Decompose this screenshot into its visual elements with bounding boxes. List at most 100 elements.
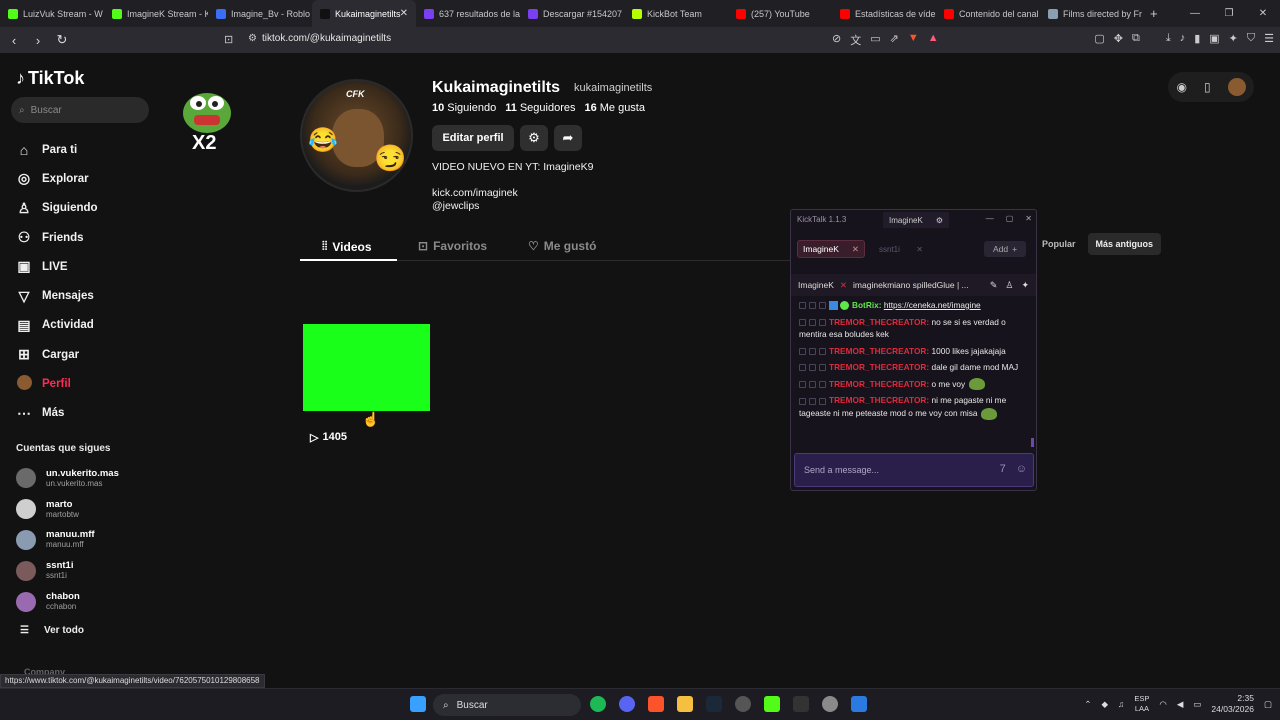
brave-rewards-icon[interactable]: ▲ [928, 32, 939, 48]
seventv-icon[interactable]: 7 [1000, 463, 1006, 475]
chat-message[interactable]: BotRix: https://ceneka.net/imagine [799, 299, 1031, 312]
minimize-icon[interactable]: — [986, 214, 994, 223]
copy-icon[interactable] [809, 302, 816, 310]
kick-icon[interactable] [764, 696, 780, 712]
reply-icon[interactable] [799, 364, 806, 372]
restore-icon[interactable]: ❐ [1212, 8, 1246, 19]
url-field[interactable]: tiktok.com/@kukaimaginetilts [262, 33, 391, 44]
chat-message[interactable]: TREMOR_THECREATOR: dale gil dame mod MAJ [799, 361, 1031, 374]
tiktok-logo[interactable]: ♪ TikTok [16, 68, 84, 89]
extensions-icon[interactable]: ✥ [1114, 32, 1123, 45]
cast-icon[interactable]: ▭ [870, 32, 880, 48]
sidebar-item-actividad[interactable]: ▤ Actividad [16, 311, 98, 340]
sort-popular-button[interactable]: Popular [1034, 233, 1084, 255]
brave-icon[interactable] [648, 696, 664, 712]
pin-msg-icon[interactable] [819, 302, 826, 310]
reply-icon[interactable] [799, 318, 806, 326]
chat-link[interactable]: https://ceneka.net/imagine [884, 300, 981, 310]
chat-username[interactable]: TREMOR_THECREATOR: [829, 395, 929, 405]
discord-icon[interactable] [619, 696, 635, 712]
edit-profile-button[interactable]: Editar perfil [432, 125, 514, 151]
tab-videos[interactable]: ⦙⦙ Videos [322, 239, 372, 254]
sidebar-icon[interactable]: ▮ [1194, 32, 1200, 45]
reply-icon[interactable] [799, 397, 806, 405]
browser-tab[interactable]: Kukaimaginetilts ✕ [312, 0, 416, 27]
settings-button[interactable]: ⚙ [520, 125, 548, 151]
media-icon[interactable]: ♪ [1180, 32, 1186, 45]
channel-tab-ssnt1i[interactable]: ssnt1i ✕ [875, 240, 927, 258]
chevron-up-icon[interactable]: ⌃ [1084, 699, 1091, 710]
device-icon[interactable]: ▯ [1204, 80, 1211, 94]
sidebar-item-cargar[interactable]: ⊞ Cargar [16, 340, 98, 369]
browser-tab[interactable]: Imagine_Bv - Roblo [208, 0, 312, 27]
bio-line[interactable]: kick.com/imaginek [432, 187, 593, 200]
close-tab-icon[interactable]: ✕ [852, 244, 859, 255]
profile-avatar[interactable]: CFK 😂 😏 [300, 79, 413, 192]
following-account[interactable]: ssnt1i ssnt1i [16, 555, 119, 586]
wallet-icon[interactable]: ▣ [1209, 32, 1219, 45]
volume-icon[interactable]: ◀ [1177, 699, 1184, 710]
copy-icon[interactable] [809, 364, 816, 372]
chat-message[interactable]: TREMOR_THECREATOR: ni me pagaste ni me t… [799, 394, 1031, 420]
language-indicator[interactable]: ESP LAA [1134, 694, 1149, 714]
search-input[interactable]: ⌕ Buscar [11, 97, 149, 123]
sidebar-item-explorar[interactable]: ◎ Explorar [16, 164, 98, 193]
sidebar-item-siguiendo[interactable]: ♙ Siguiendo [16, 194, 98, 223]
browser-tab[interactable]: KickBot Team [624, 0, 728, 27]
browser-tab[interactable]: LuizVuk Stream - W [0, 0, 104, 27]
wifi-icon[interactable]: ◠ [1159, 699, 1166, 710]
chat-message[interactable]: TREMOR_THECREATOR: no se si es verdad o … [799, 316, 1031, 341]
mic-icon[interactable]: ♫ [1118, 699, 1124, 709]
tab-favorites[interactable]: ⊡ Favoritos [418, 239, 487, 253]
steam-icon[interactable] [706, 696, 722, 712]
new-tab-icon[interactable]: + [1150, 6, 1158, 21]
bookmark-icon[interactable]: ⊡ [224, 33, 233, 46]
browser-tab[interactable]: Descargar #154207 [520, 0, 624, 27]
pin-msg-icon[interactable] [819, 380, 826, 388]
following-stat[interactable]: 10 Siguiendo [432, 102, 496, 114]
app-icon[interactable] [735, 696, 751, 712]
epic-games-icon[interactable] [793, 696, 809, 712]
sidebar-panel-icon[interactable]: ▢ [1094, 32, 1104, 45]
copy-icon[interactable] [809, 318, 816, 326]
pin-msg-icon[interactable] [819, 364, 826, 372]
clock[interactable]: 2:35 24/03/2026 [1211, 693, 1254, 715]
following-account[interactable]: un.vukerito.mas un.vukerito.mas [16, 463, 119, 494]
gear-icon[interactable]: ⚙ [936, 216, 943, 225]
maximize-icon[interactable]: ▢ [1006, 214, 1014, 223]
forward-icon[interactable]: › [28, 33, 48, 48]
emote-icon[interactable]: ☺ [1016, 463, 1027, 475]
add-channel-button[interactable]: Add + [984, 241, 1026, 257]
browser-tab[interactable]: Contenido del canal [936, 0, 1040, 27]
chat-username[interactable]: TREMOR_THECREATOR: [829, 317, 929, 327]
reply-icon[interactable] [799, 347, 806, 355]
message-input[interactable]: Send a message... 7 ☺ [794, 453, 1034, 487]
chat-username[interactable]: TREMOR_THECREATOR: [829, 346, 929, 356]
close-tab-icon[interactable]: ✕ [400, 8, 408, 19]
chat-message[interactable]: TREMOR_THECREATOR: o me voy [799, 378, 1031, 391]
browser-tab[interactable]: 637 resultados de la [416, 0, 520, 27]
leo-icon[interactable]: ✦ [1229, 32, 1238, 45]
game-icon[interactable]: ◆ [1101, 699, 1108, 710]
sidebar-item-para-ti[interactable]: ⌂ Para ti [16, 135, 98, 164]
app2-icon[interactable] [851, 696, 867, 712]
followers-stat[interactable]: 11 Seguidores [505, 102, 575, 114]
user-avatar[interactable] [1227, 78, 1246, 96]
pin-msg-icon[interactable] [819, 318, 826, 326]
minimize-icon[interactable]: — [1178, 8, 1212, 19]
share-icon[interactable]: ⇗ [890, 32, 899, 48]
download-icon[interactable]: ⤓ [1166, 32, 1171, 45]
close-tab-icon[interactable]: ✕ [916, 245, 923, 254]
brave-shield-icon[interactable]: ▼ [908, 32, 919, 48]
menu-icon[interactable]: ☰ [1264, 32, 1274, 45]
copy-icon[interactable] [809, 347, 816, 355]
kicktalk-user-menu[interactable]: ImagineK ⚙ [883, 212, 949, 228]
sidebar-item-live[interactable]: ▣ LIVE [16, 252, 98, 281]
following-account[interactable]: marto martobtw [16, 494, 119, 525]
video-thumbnail[interactable] [303, 324, 430, 411]
close-icon[interactable]: ✕ [1025, 214, 1032, 223]
reload-icon[interactable]: ↻ [52, 32, 72, 48]
pin-msg-icon[interactable] [819, 397, 826, 405]
browser-tab[interactable]: (257) YouTube [728, 0, 832, 27]
translate-icon[interactable]: 文 [850, 32, 861, 48]
